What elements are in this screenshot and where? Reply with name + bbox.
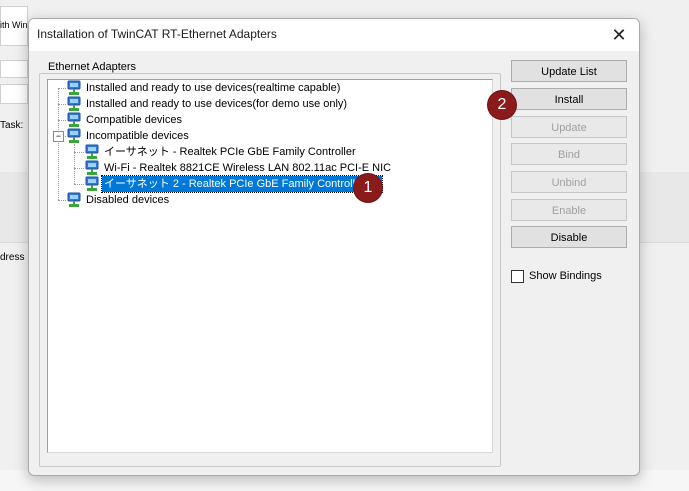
enable-button[interactable]: Enable (511, 199, 627, 221)
network-adapter-icon (66, 128, 82, 144)
step-marker-1: 1 (354, 174, 382, 202)
tree-line (74, 152, 84, 153)
network-adapter-icon (84, 176, 100, 192)
unbind-button[interactable]: Unbind (511, 171, 627, 193)
close-icon: ✕ (611, 24, 627, 45)
checkbox-box[interactable] (511, 269, 524, 283)
background-address-label: dress (0, 252, 25, 263)
ethernet-adapters-group-label: Ethernet Adapters (46, 61, 139, 73)
dialog-titlebar[interactable]: Installation of TwinCAT RT-Ethernet Adap… (29, 19, 639, 51)
tree-node-disabled[interactable]: Disabled devices (66, 192, 169, 208)
show-bindings-label: Show Bindings (529, 270, 602, 282)
update-list-button[interactable]: Update List (511, 60, 627, 82)
network-adapter-icon (84, 144, 100, 160)
tree-node-label: Compatible devices (86, 114, 182, 126)
network-adapter-icon (84, 160, 100, 176)
tree-line (58, 200, 66, 201)
tree-node-label: イーサネット - Realtek PCIe GbE Family Control… (104, 146, 356, 158)
tree-node-incompatible[interactable]: Incompatible devices (66, 128, 189, 144)
tree-node-realtime[interactable]: Installed and ready to use devices(realt… (66, 80, 340, 96)
collapse-expander[interactable]: − (53, 131, 64, 142)
tree-line (74, 184, 84, 185)
tree-node-demo[interactable]: Installed and ready to use devices(for d… (66, 96, 347, 112)
network-adapter-icon (66, 80, 82, 96)
tree-node-adapter-wifi[interactable]: Wi-Fi - Realtek 8821CE Wireless LAN 802.… (84, 160, 391, 176)
background-text-fragment: ith Win (0, 20, 28, 30)
install-button[interactable]: Install (511, 88, 627, 110)
network-adapter-icon (66, 112, 82, 128)
tree-node-label: Installed and ready to use devices(realt… (86, 82, 341, 94)
tree-node-label-selected: イーサネット 2 - Realtek PCIe GbE Family Contr… (100, 175, 384, 193)
tree-node-label: Incompatible devices (86, 130, 189, 142)
tree-node-label: Installed and ready to use devices(for d… (86, 98, 348, 110)
network-adapter-icon (66, 192, 82, 208)
bind-button[interactable]: Bind (511, 143, 627, 165)
tree-node-adapter-ethernet-2[interactable]: イーサネット 2 - Realtek PCIe GbE Family Contr… (84, 175, 384, 193)
tree-line (58, 104, 66, 105)
show-bindings-checkbox[interactable]: Show Bindings (511, 269, 602, 283)
background-task-label: Task: (0, 120, 24, 131)
tree-node-compatible[interactable]: Compatible devices (66, 112, 182, 128)
update-button[interactable]: Update (511, 116, 627, 138)
step-marker-2: 2 (488, 91, 516, 119)
background-field (0, 60, 28, 78)
dialog-title: Installation of TwinCAT RT-Ethernet Adap… (37, 27, 277, 41)
disable-button[interactable]: Disable (511, 226, 627, 248)
network-adapter-icon (66, 96, 82, 112)
install-adapters-dialog: Installation of TwinCAT RT-Ethernet Adap… (28, 18, 640, 476)
tree-line (74, 144, 75, 184)
tree-node-adapter-ethernet[interactable]: イーサネット - Realtek PCIe GbE Family Control… (84, 144, 356, 160)
tree-line (74, 168, 84, 169)
tree-line (58, 88, 66, 89)
tree-node-label: Disabled devices (86, 194, 170, 206)
close-button[interactable]: ✕ (599, 19, 639, 51)
adapter-tree[interactable]: − Installed and ready to use devices(rea… (47, 79, 493, 453)
tree-node-label: Wi-Fi - Realtek 8821CE Wireless LAN 802.… (104, 162, 392, 174)
tree-line (58, 120, 66, 121)
background-field (0, 84, 28, 104)
